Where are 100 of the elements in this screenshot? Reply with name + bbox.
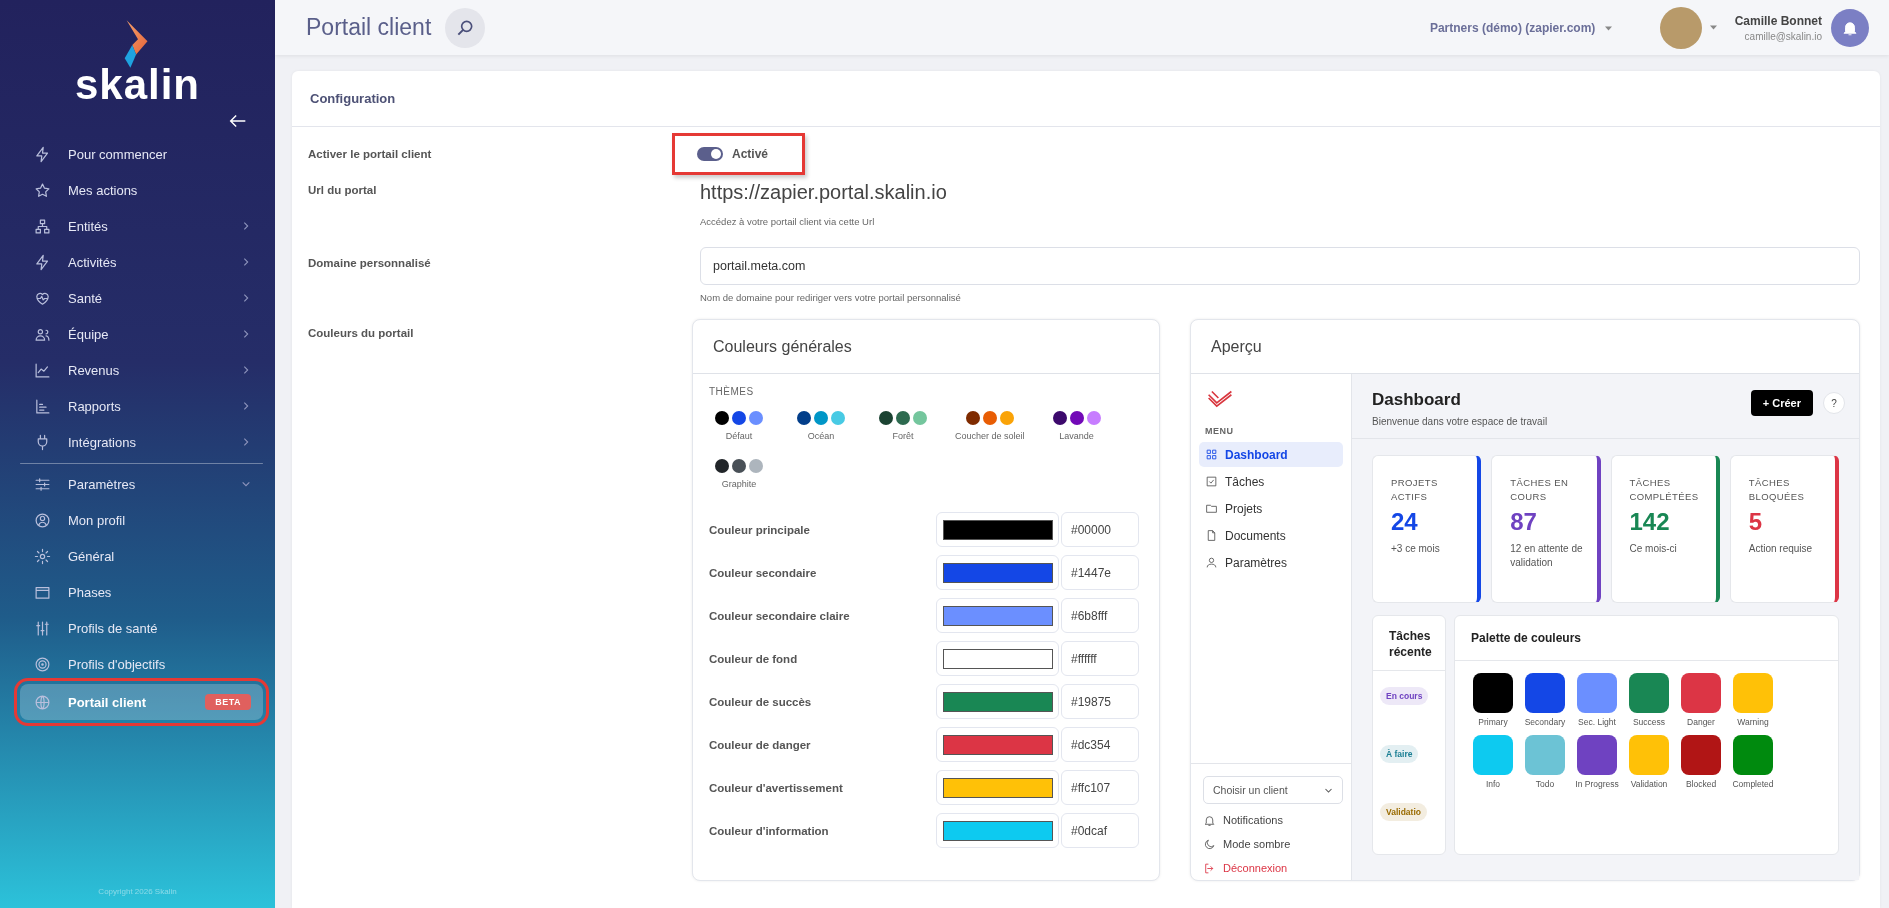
preview-menu-item[interactable]: Paramètres [1199, 550, 1343, 575]
preview-menu-item[interactable]: Projets [1199, 496, 1343, 521]
color-picker[interactable] [936, 598, 1059, 633]
logo-text: skalin [74, 64, 201, 106]
color-picker[interactable] [936, 555, 1059, 590]
stat-label: TÂCHES EN COURS [1510, 476, 1570, 504]
user-name: Camille Bonnet [1734, 13, 1822, 28]
preview-footer-link[interactable]: Mode sombre [1203, 832, 1343, 856]
nav-item[interactable]: Santé [20, 280, 263, 316]
caret-icon [1604, 25, 1612, 31]
stat-value: 5 [1748, 507, 1764, 536]
portal-url: https://zapier.portal.skalin.io [700, 181, 948, 204]
field-label: Activer le portail client [308, 148, 433, 160]
stat-value: 87 [1510, 507, 1538, 536]
hex-input[interactable]: #0dcaf [1061, 813, 1139, 848]
toggle-switch[interactable] [697, 147, 723, 161]
stat-note: Ce mois-ci [1629, 541, 1678, 556]
section-label: THÈMES [708, 384, 755, 399]
nav-item[interactable]: Mes actions [20, 172, 263, 208]
lightning-icon [34, 145, 51, 163]
stripes-logo-icon [1207, 388, 1233, 408]
theme-option[interactable]: Océan [787, 411, 855, 441]
notifications-button[interactable] [1831, 8, 1869, 47]
dashboard-subtitle: Bienvenue dans votre espace de travail [1372, 416, 1548, 427]
stat-note: 12 en attente de validation [1510, 541, 1584, 571]
hex-input[interactable]: #00000 [1061, 512, 1139, 547]
copyright-text: Copyright 2026 Skalin [97, 887, 178, 898]
theme-option[interactable]: Forêt [869, 411, 937, 441]
nav-item[interactable]: Intégrations [20, 424, 263, 460]
swatch-label: Info [1485, 779, 1501, 790]
nav-item[interactable]: Pour commencer [20, 136, 263, 172]
workspace-dropdown[interactable]: Partners (démo) (zapier.com) [1423, 19, 1618, 36]
nav-item[interactable]: Profils d'objectifs [20, 646, 263, 682]
preview-footer-link[interactable]: Déconnexion [1203, 856, 1343, 880]
nav-item[interactable]: Revenus [20, 352, 263, 388]
swatch-label: Secondary [1524, 717, 1566, 728]
color-picker[interactable] [936, 512, 1059, 547]
lightning-icon [34, 253, 51, 271]
nav-item[interactable]: Entités [20, 208, 263, 244]
card-title: Configuration [292, 71, 1880, 127]
dashboard-title: Dashboard [1372, 390, 1462, 410]
nav-item[interactable]: Équipe [20, 316, 263, 352]
color-label: Couleur principale [709, 523, 811, 536]
status-badge: À faire [1380, 745, 1419, 764]
create-button[interactable]: + Créer [1750, 390, 1813, 416]
swatch-label: Danger [1687, 717, 1715, 728]
hex-input[interactable]: #6b8fff [1061, 598, 1139, 633]
grid-icon [1205, 448, 1218, 461]
stat-note: +3 ce mois [1391, 541, 1441, 556]
color-picker[interactable] [936, 770, 1059, 805]
color-label: Couleur d'information [709, 824, 830, 837]
help-button[interactable]: ? [1823, 392, 1845, 414]
domain-input[interactable]: portail.meta.com [700, 247, 1860, 285]
beta-badge: BETA [205, 694, 251, 710]
color-picker[interactable] [936, 727, 1059, 762]
color-picker[interactable] [936, 684, 1059, 719]
preview-menu-item[interactable]: Dashboard [1199, 442, 1343, 467]
status-badge: En cours [1380, 687, 1429, 706]
stat-value: 24 [1391, 507, 1419, 536]
gear-icon [34, 547, 51, 565]
color-label: Couleur d'avertissement [709, 781, 844, 794]
theme-option[interactable]: Coucher de soleil [951, 411, 1029, 441]
theme-option[interactable]: Lavande [1042, 411, 1111, 441]
nav-item[interactable]: Paramètres [20, 466, 263, 502]
preview-menu-item[interactable]: Tâches [1199, 469, 1343, 494]
sliders-icon [34, 475, 51, 493]
preview-menu-item[interactable]: Documents [1199, 523, 1343, 548]
field-label: Url du portal [308, 183, 378, 198]
menu-heading: MENU [1205, 426, 1235, 436]
theme-option[interactable]: Graphite [705, 459, 773, 489]
moon-icon [1203, 837, 1216, 851]
hex-input[interactable]: #dc354 [1061, 727, 1139, 762]
nav-item[interactable]: Profils de santé [20, 610, 263, 646]
hierarchy-icon [34, 217, 51, 235]
nav-item[interactable]: Rapports [20, 388, 263, 424]
user-email: camille@skalin.io [1743, 30, 1822, 42]
toggle-label: Activé [732, 147, 769, 161]
nav-item[interactable]: Phases [20, 574, 263, 610]
nav-item[interactable]: Activités [20, 244, 263, 280]
stat-label: TÂCHES COMPLÉTÉES [1629, 476, 1700, 504]
field-label: Domaine personnalisé [308, 256, 432, 271]
hex-input[interactable]: #19875 [1061, 684, 1139, 719]
hex-input[interactable]: #1447e [1061, 555, 1139, 590]
globe-icon [34, 693, 51, 711]
panel-title: Couleurs générales [693, 320, 1159, 374]
stat-label: TÂCHES BLOQUÉES [1748, 476, 1806, 504]
nav-item[interactable]: Général [20, 538, 263, 574]
preview-footer-link[interactable]: Notifications [1203, 808, 1343, 832]
client-select[interactable]: Choisir un client [1203, 776, 1343, 804]
color-picker[interactable] [936, 813, 1059, 848]
card-title: Tâches récente [1373, 616, 1445, 672]
color-label: Couleur de danger [709, 738, 812, 751]
hex-input[interactable]: #ffc107 [1061, 770, 1139, 805]
caret-icon[interactable] [1709, 25, 1717, 30]
hex-input[interactable]: #ffffff [1061, 641, 1139, 676]
line-chart-icon [34, 361, 51, 379]
nav-item[interactable]: Mon profil [20, 502, 263, 538]
color-label: Couleur secondaire claire [709, 609, 851, 622]
color-picker[interactable] [936, 641, 1059, 676]
theme-option[interactable]: Défaut [705, 411, 773, 441]
